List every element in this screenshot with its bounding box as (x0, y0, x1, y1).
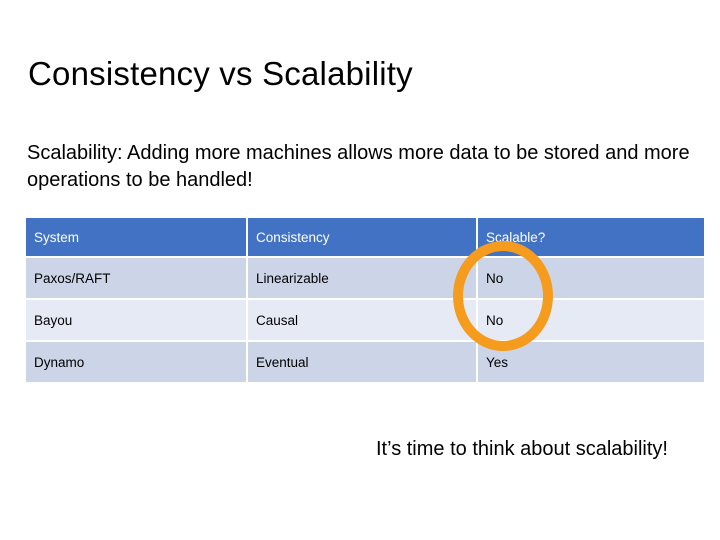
cell-consistency: Eventual (248, 342, 476, 382)
table-row: Bayou Causal No (26, 300, 704, 340)
table-header-row: System Consistency Scalable? (26, 218, 704, 256)
column-header-consistency: Consistency (248, 218, 476, 256)
page-title: Consistency vs Scalability (28, 55, 413, 93)
column-header-system: System (26, 218, 246, 256)
body-paragraph: Scalability: Adding more machines allows… (27, 142, 690, 191)
cell-system: Paxos/RAFT (26, 258, 246, 298)
cell-system: Dynamo (26, 342, 246, 382)
cell-scalable: Yes (478, 342, 704, 382)
cell-system: Bayou (26, 300, 246, 340)
cell-scalable: No (478, 258, 704, 298)
table-body: Paxos/RAFT Linearizable No Bayou Causal … (26, 258, 704, 382)
table-row: Dynamo Eventual Yes (26, 342, 704, 382)
cell-consistency: Causal (248, 300, 476, 340)
comparison-table-container: System Consistency Scalable? Paxos/RAFT … (24, 216, 704, 384)
table-header: System Consistency Scalable? (26, 218, 704, 256)
table-row: Paxos/RAFT Linearizable No (26, 258, 704, 298)
slide-canvas: Consistency vs Scalability Scalability: … (0, 0, 720, 540)
closing-caption: It’s time to think about scalability! (376, 438, 668, 460)
cell-scalable: No (478, 300, 704, 340)
comparison-table: System Consistency Scalable? Paxos/RAFT … (24, 216, 706, 384)
column-header-scalable: Scalable? (478, 218, 704, 256)
cell-consistency: Linearizable (248, 258, 476, 298)
